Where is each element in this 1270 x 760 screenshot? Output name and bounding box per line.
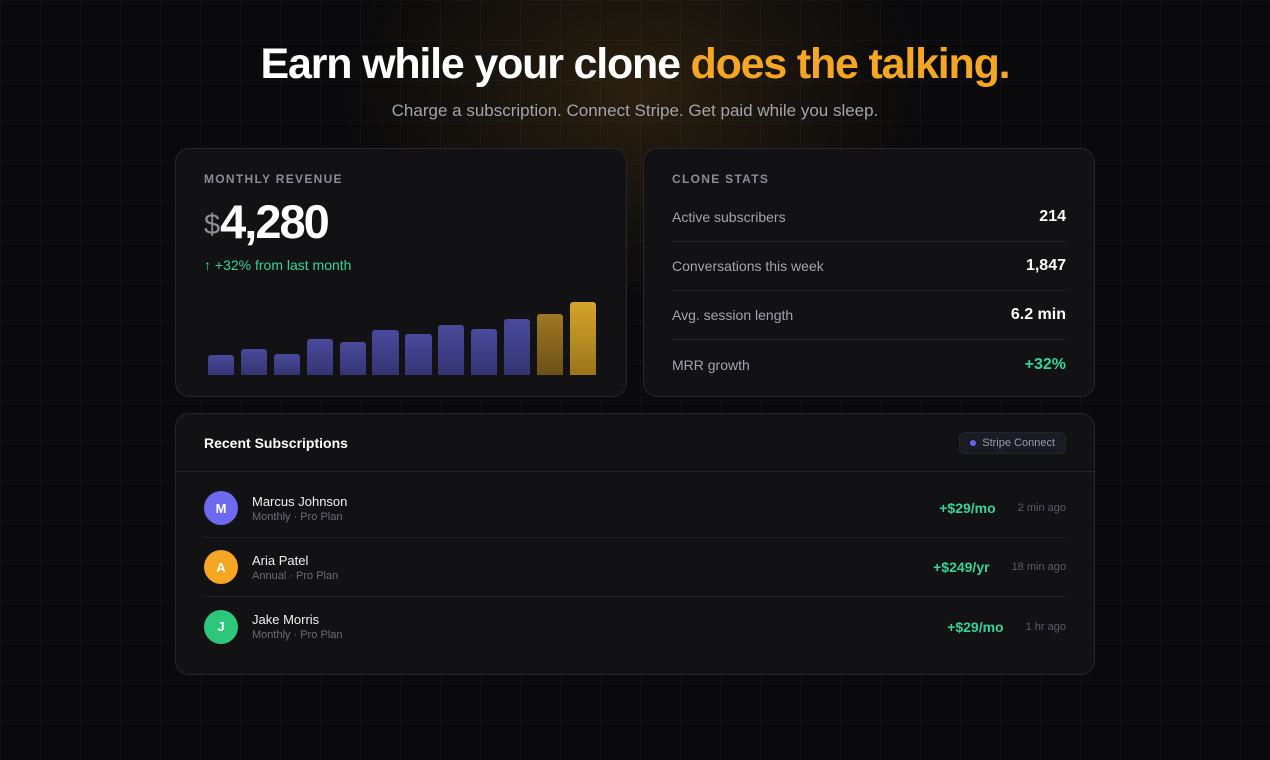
stat-name: Avg. session length [672, 307, 794, 323]
hero-title-main: Earn while your clone [260, 40, 691, 88]
revenue-bar [372, 330, 399, 375]
avatar: M [204, 491, 238, 525]
stat-name: MRR growth [672, 356, 750, 373]
revenue-bar [504, 318, 531, 375]
subscription-row[interactable]: J Jake Morris Monthly · Pro Plan +$29/mo… [204, 597, 1066, 656]
stat-row-session-length: Avg. session length 6.2 min [672, 291, 1066, 340]
subscriber-plan: Monthly · Pro Plan [252, 629, 343, 641]
stats-label: CLONE STATS [672, 172, 770, 186]
revenue-bar [240, 349, 268, 375]
clone-stats-card: CLONE STATS Active subscribers 214 Conve… [643, 148, 1095, 397]
subscriber-name: Aria Patel [252, 552, 309, 568]
stat-name: Active subscribers [672, 209, 786, 225]
revenue-amount: $ 4,280 [204, 197, 598, 247]
stat-value: +32% [1024, 355, 1066, 373]
stat-row-conversations: Conversations this week 1,847 [672, 242, 1066, 291]
subscription-time: 2 min ago [1017, 502, 1066, 514]
status-dot-icon [970, 439, 977, 446]
revenue-bar [339, 342, 366, 375]
revenue-bar [438, 324, 465, 375]
subscription-row[interactable]: M Marcus Johnson Monthly · Pro Plan +$29… [204, 479, 1066, 538]
stripe-connect-badge: Stripe Connect [959, 431, 1066, 454]
revenue-label: MONTHLY REVENUE [204, 172, 343, 186]
stat-value: 6.2 min [1010, 306, 1066, 323]
subscription-amount: +$249/yr [933, 559, 990, 575]
subscription-amount: +$29/mo [947, 618, 1004, 635]
subscriber-info: Marcus Johnson Monthly · Pro Plan [252, 494, 939, 523]
subscription-amount: +$29/mo [939, 500, 996, 516]
subscriber-name: Jake Morris [252, 612, 320, 627]
stat-value: 1,847 [1025, 257, 1066, 274]
hero-subtitle: Charge a subscription. Connect Stripe. G… [391, 101, 879, 120]
subscriber-name: Marcus Johnson [252, 493, 348, 509]
revenue-bar [471, 328, 498, 375]
hero-title: Earn while your clone does the talking. [0, 40, 1270, 88]
revenue-bar-chart [208, 299, 596, 375]
revenue-bar [405, 333, 432, 375]
revenue-bar [208, 355, 235, 375]
stats-list: Active subscribers 214 Conversations thi… [672, 193, 1066, 389]
hero-title-accent: does the talking. [690, 40, 1011, 88]
subscriptions-title: Recent Subscriptions [204, 434, 348, 451]
revenue-value: 4,280 [220, 195, 330, 248]
subscription-time: 1 hr ago [1025, 620, 1066, 633]
subscriptions-header: Recent Subscriptions Stripe Connect [176, 414, 1094, 472]
revenue-bar [306, 338, 333, 375]
revenue-bar [536, 314, 564, 375]
subscription-time: 18 min ago [1011, 561, 1066, 573]
stat-value: 214 [1039, 208, 1066, 225]
subscriber-info: Aria Patel Annual · Pro Plan [252, 553, 933, 582]
subscriptions-list: M Marcus Johnson Monthly · Pro Plan +$29… [176, 479, 1094, 656]
stat-row-active-subscribers: Active subscribers 214 [672, 193, 1066, 242]
stat-row-mrr-growth: MRR growth +32% [672, 340, 1066, 389]
revenue-bar [273, 353, 300, 375]
recent-subscriptions-card: Recent Subscriptions Stripe Connect M Ma… [175, 413, 1095, 675]
revenue-bar [569, 302, 596, 375]
revenue-change: ↑ +32% from last month [204, 257, 352, 273]
subscriber-plan: Annual · Pro Plan [252, 569, 339, 582]
subscriber-plan: Monthly · Pro Plan [252, 510, 343, 523]
stat-name: Conversations this week [672, 258, 824, 274]
monthly-revenue-card: MONTHLY REVENUE $ 4,280 ↑ +32% from last… [175, 148, 627, 397]
hero: Earn while your clone does the talking. … [0, 40, 1270, 121]
revenue-currency: $ [204, 209, 221, 241]
subscription-row[interactable]: A Aria Patel Annual · Pro Plan +$249/yr … [204, 538, 1066, 597]
avatar: A [204, 550, 238, 584]
badge-label: Stripe Connect [982, 436, 1055, 449]
subscriber-info: Jake Morris Monthly · Pro Plan [252, 612, 947, 641]
avatar: J [204, 609, 238, 644]
